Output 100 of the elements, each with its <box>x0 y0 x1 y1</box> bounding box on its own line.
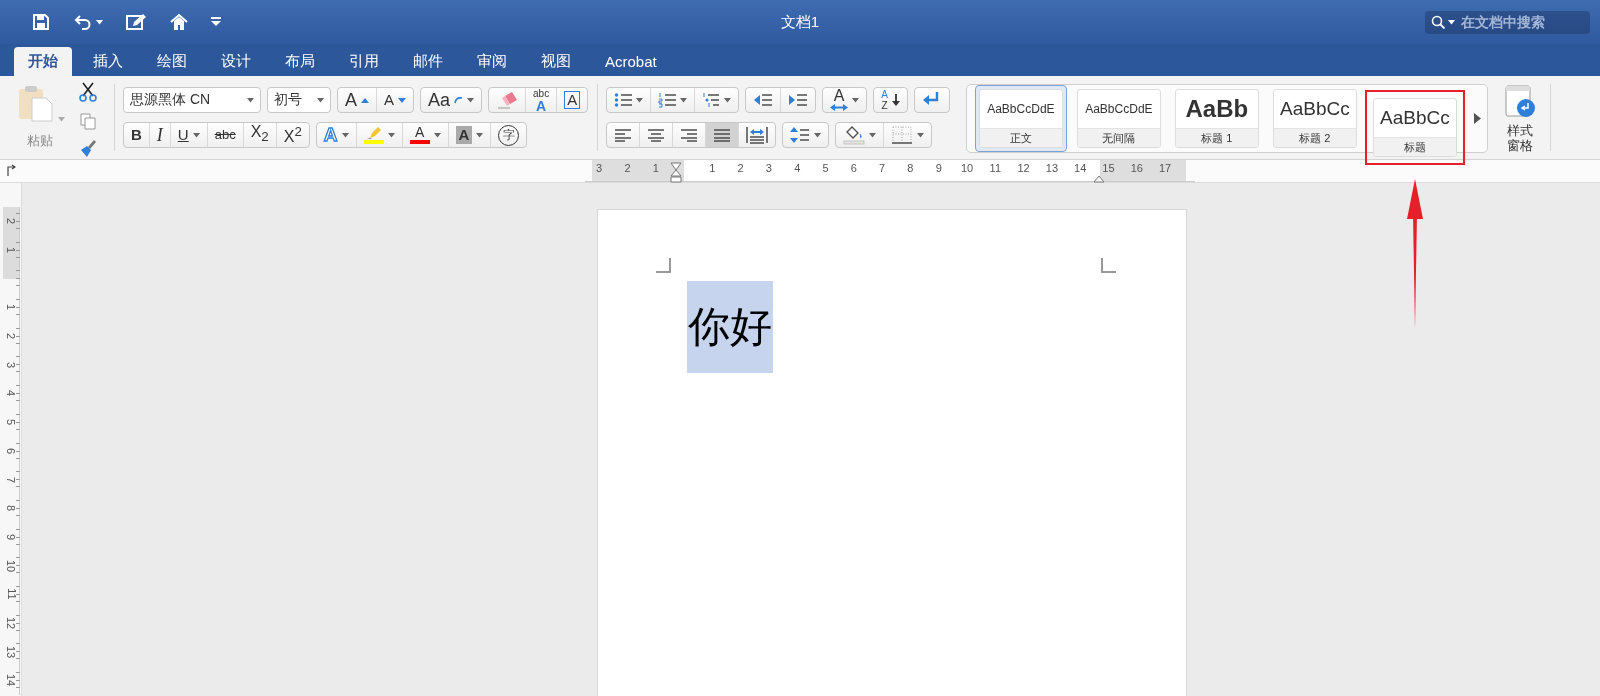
caret-icon <box>96 19 103 25</box>
double-arrow-icon <box>830 104 849 111</box>
customize-icon <box>211 17 221 27</box>
ruler-number: 9 <box>5 533 18 540</box>
down-triangle-icon <box>398 97 407 103</box>
justify-button[interactable] <box>705 123 739 147</box>
style-name: 正文 <box>979 128 1062 147</box>
style-name: 无间隔 <box>1077 128 1160 147</box>
copy-icon <box>78 110 98 130</box>
undo-button[interactable] <box>73 12 103 32</box>
caret-icon <box>192 132 200 138</box>
search-icon <box>1431 15 1445 29</box>
tab-stop-icon <box>6 164 16 176</box>
caret-icon <box>476 132 484 138</box>
ruler-number: 13 <box>5 645 18 658</box>
grow-font-button[interactable]: A <box>338 88 376 112</box>
paint-bucket-icon <box>843 125 866 145</box>
edit-document-button[interactable] <box>125 12 147 32</box>
caret-icon <box>636 97 644 103</box>
format-painter-button[interactable] <box>78 138 98 158</box>
ruler-number: 1 <box>5 246 18 254</box>
ruler-number: 8 <box>5 505 18 512</box>
ribbon-tab[interactable]: 设计 <box>204 47 268 76</box>
ribbon-tab[interactable]: 视图 <box>524 47 588 76</box>
ruler-number: 17 <box>1158 162 1172 174</box>
eraser-icon <box>496 91 519 109</box>
ribbon-tab[interactable]: 引用 <box>332 47 396 76</box>
style-preview: AaBbCcDdE <box>986 101 1056 118</box>
decrease-indent-icon <box>753 93 774 107</box>
change-case-button[interactable]: Aa <box>421 88 482 112</box>
ribbon-tab[interactable]: Acrobat <box>588 47 674 76</box>
search-field[interactable]: 在文档中搜索 <box>1425 10 1590 34</box>
ruler-number: 10 <box>5 559 18 572</box>
home-icon <box>169 12 189 32</box>
shrink-font-button[interactable]: A <box>376 88 414 112</box>
superscript-button[interactable]: X$^{2}$ <box>275 123 309 147</box>
customize-toolbar-button[interactable] <box>211 17 221 27</box>
phonetic-guide-button[interactable]: abc A <box>525 88 557 112</box>
paintbrush-icon <box>78 138 98 158</box>
ruler-number: 7 <box>5 476 18 483</box>
ribbon-tab[interactable]: 邮件 <box>396 47 460 76</box>
ruler-number: 4 <box>5 390 18 397</box>
character-shading-button[interactable]: A <box>447 123 491 147</box>
ruler-number: 8 <box>907 162 914 174</box>
save-button[interactable] <box>31 12 51 32</box>
ruler-number: 12 <box>5 616 18 630</box>
align-left-icon <box>614 128 633 142</box>
italic-button[interactable]: I <box>148 123 170 147</box>
cut-button[interactable] <box>78 82 98 102</box>
ruler-number: 2 <box>5 218 18 225</box>
ruler-number: 12 <box>1017 162 1030 174</box>
ruler-number: 2 <box>5 333 18 340</box>
subscript-button[interactable]: X$_{2}$ <box>242 123 276 147</box>
increase-indent-icon <box>788 93 809 107</box>
style-name: 标题 2 <box>1273 128 1356 147</box>
font-size-field[interactable]: 初号 <box>267 87 331 113</box>
ruler-number: 6 <box>5 447 18 454</box>
ruler-number: 9 <box>935 162 942 174</box>
align-center-icon <box>647 128 666 142</box>
ruler-number: 11 <box>989 162 1001 174</box>
character-border-button[interactable]: A <box>556 88 588 112</box>
caret-icon <box>1448 19 1455 25</box>
ribbon-tab[interactable]: 插入 <box>76 47 140 76</box>
right-triangle-icon <box>1473 113 1481 124</box>
ruler-number: 11 <box>5 588 18 600</box>
ribbon-tab[interactable]: 审阅 <box>460 47 524 76</box>
ruler-number: 14 <box>1074 162 1087 174</box>
ribbon-tab[interactable]: 开始 <box>14 47 72 76</box>
caret-icon <box>433 132 441 138</box>
styles-pane-button[interactable]: 样式窗格 <box>1501 76 1538 159</box>
style-item[interactable]: AaBbCcDdE 正文 <box>974 85 1067 152</box>
ruler-number: 10 <box>960 162 974 174</box>
bold-button[interactable]: B <box>124 123 149 147</box>
ruler-number: 7 <box>879 162 886 174</box>
sort-button[interactable]: A Z <box>874 88 907 112</box>
underline-button[interactable]: U <box>169 123 207 147</box>
style-preview: AaBbCc <box>1379 106 1451 130</box>
ruler-number: 1 <box>5 304 18 311</box>
home-button[interactable] <box>169 12 189 32</box>
style-preview: AaBb <box>1184 94 1250 124</box>
font-name-field[interactable]: 思源黑体 CN <box>123 87 261 113</box>
caret-icon <box>317 97 324 103</box>
ruler-number: 13 <box>1045 162 1058 174</box>
font-color-button[interactable]: A <box>401 123 448 147</box>
ruler-number: 16 <box>1130 162 1143 174</box>
caret-icon <box>57 117 65 122</box>
ruler-number: 15 <box>1102 162 1115 174</box>
ruler-number: 5 <box>5 419 18 426</box>
strikethrough-button[interactable]: abc <box>206 123 243 147</box>
ribbon-tab[interactable]: 绘图 <box>140 47 204 76</box>
caret-icon <box>387 132 395 138</box>
text-direction-button[interactable]: A <box>823 88 867 112</box>
caret-icon <box>467 97 475 103</box>
caret-icon <box>852 97 860 103</box>
ruler-number: 3 <box>5 361 18 368</box>
ruler-number: 5 <box>822 162 829 174</box>
ruler-number: 14 <box>5 674 18 687</box>
style-preview: AaBbCcDdE <box>1084 101 1154 118</box>
ribbon-tab[interactable]: 布局 <box>268 47 332 76</box>
styles-pane-icon <box>1503 84 1536 120</box>
